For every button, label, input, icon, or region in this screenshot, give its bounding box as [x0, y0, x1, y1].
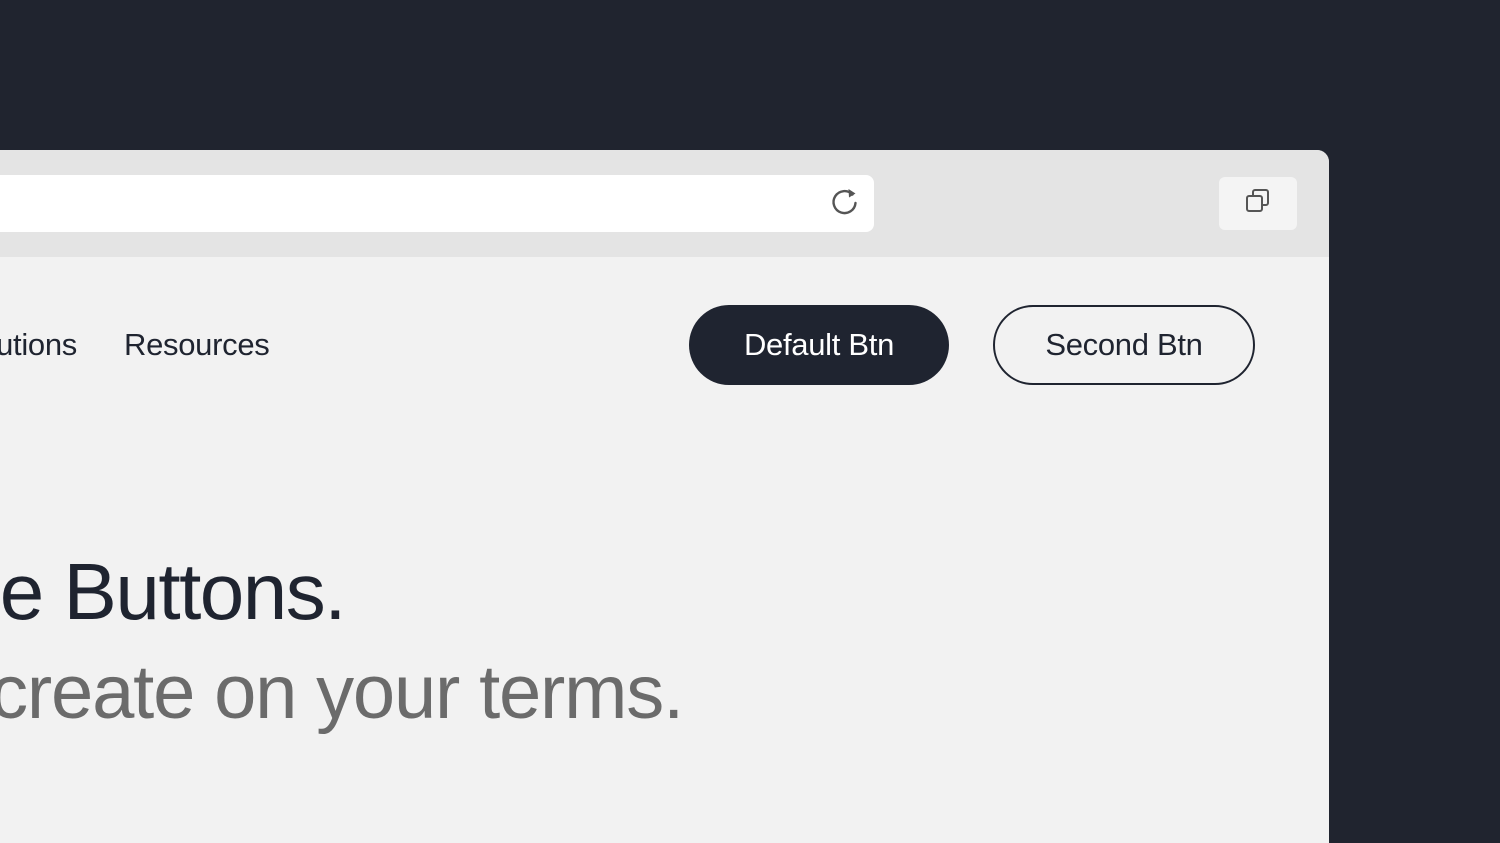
address-bar[interactable] — [0, 175, 874, 232]
hero-subheadline: create on your terms. — [0, 650, 684, 735]
nav-link-resources[interactable]: Resources — [124, 327, 270, 363]
web-page: utions Resources Default Btn Second Btn … — [0, 257, 1329, 843]
default-button[interactable]: Default Btn — [689, 305, 949, 385]
nav-link-solutions[interactable]: utions — [0, 327, 77, 363]
reload-button[interactable] — [826, 184, 864, 222]
reload-icon — [830, 185, 860, 222]
browser-toolbar — [0, 150, 1329, 257]
second-button[interactable]: Second Btn — [993, 305, 1255, 385]
tabs-overview-button[interactable] — [1219, 177, 1297, 230]
browser-window: utions Resources Default Btn Second Btn … — [0, 150, 1329, 843]
hero-headline: e Buttons. — [0, 547, 347, 636]
tabs-overview-icon — [1243, 186, 1273, 221]
